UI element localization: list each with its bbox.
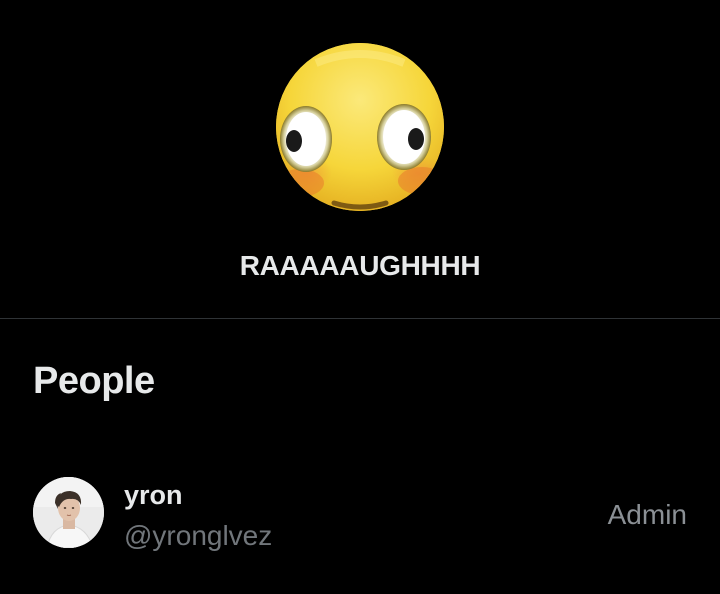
group-avatar[interactable]: [276, 43, 444, 211]
group-name: RAAAAAUGHHHH: [239, 250, 481, 281]
member-role-badge: Admin: [607, 499, 687, 530]
section-divider: [0, 318, 720, 319]
member-handle: @yronglvez: [124, 520, 273, 551]
member-display-name: yron: [124, 480, 183, 510]
member-row[interactable]: yron @yronglvez Admin: [0, 466, 720, 562]
group-header: RAAAAAUGHHHH: [0, 0, 720, 318]
user-photo-avatar: [33, 477, 104, 548]
people-section-title: People: [33, 360, 155, 402]
member-avatar[interactable]: [33, 477, 104, 548]
flushed-emoji-icon: [276, 43, 444, 211]
